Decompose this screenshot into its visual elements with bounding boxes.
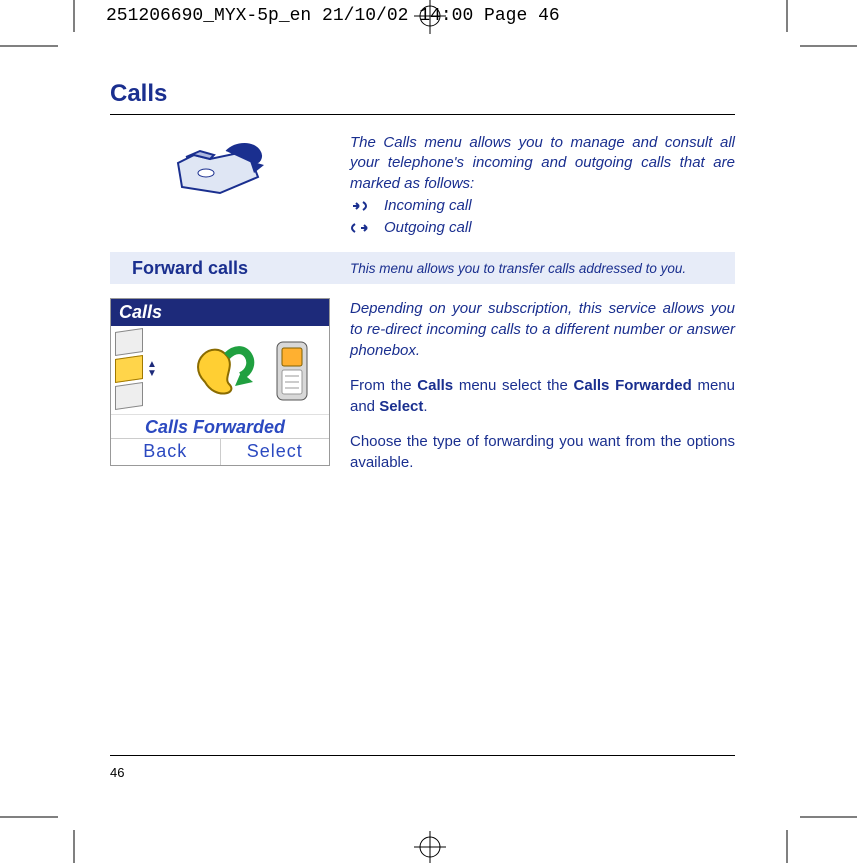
forward-navigation-step: From the Calls menu select the Calls For… [350,375,735,417]
phone-menu-item [115,382,143,410]
subsection-band: Forward calls This menu allows you to tr… [110,252,735,284]
phone-softkey-right: Select [221,439,330,465]
section-folder-illustration [110,133,330,238]
title-rule [110,114,735,115]
forward-choose-type: Choose the type of forwarding you want f… [350,431,735,473]
phone-menu-strip [115,330,149,411]
phone-menu-item [115,328,143,356]
phone-screen-body: ▲▼ [111,326,329,414]
phone-softkey-bar: Back Select [111,438,329,465]
outgoing-call-icon [350,221,372,235]
printer-slug: 251206690_MYX-5p_en 21/10/02 14:00 Page … [106,6,560,26]
phone-menu-active-label: Calls Forwarded [111,414,329,438]
incoming-call-label: Incoming call [384,196,472,216]
phone-scroll-arrows-icon: ▲▼ [147,360,157,378]
subsection-heading: Forward calls [110,258,350,279]
subsection-blurb: This menu allows you to transfer calls a… [350,261,686,276]
outgoing-call-label: Outgoing call [384,218,472,238]
intro-paragraph: The Calls menu allows you to manage and … [350,133,735,194]
forward-subscription-note: Depending on your subscription, this ser… [350,298,735,361]
outgoing-call-legend: Outgoing call [350,218,735,238]
page-title: Calls [110,80,735,108]
phone-screen-title: Calls [111,299,329,326]
phone-screenshot: Calls ▲▼ [110,298,330,466]
phone-menu-item-selected [115,355,143,383]
page-number: 46 [110,765,124,780]
folder-icon [160,133,280,209]
phone-softkey-left: Back [111,439,221,465]
footer-rule [110,755,735,756]
call-forward-illustration [175,332,323,408]
intro-row: The Calls menu allows you to manage and … [110,133,735,238]
incoming-call-icon [350,199,372,213]
incoming-call-legend: Incoming call [350,196,735,216]
